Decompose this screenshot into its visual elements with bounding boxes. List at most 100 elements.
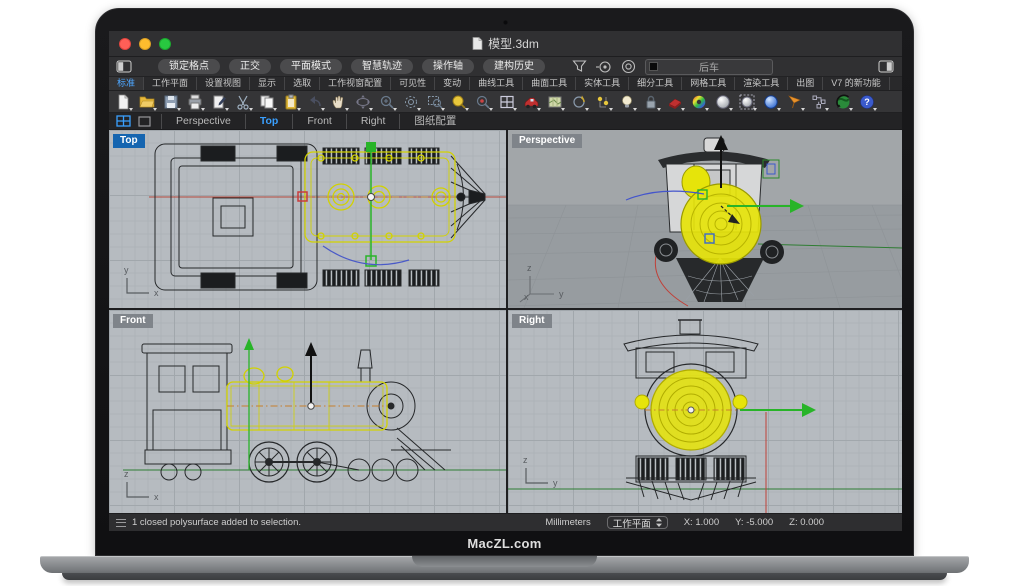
document-icon xyxy=(472,37,483,50)
status-right-cluster: Millimeters 工作平面 X: 1.000 Y: -5.000 Z: 0… xyxy=(545,516,824,529)
viewport-front[interactable]: z x Front xyxy=(109,310,506,513)
viewport-tab-top[interactable]: Top xyxy=(245,114,292,129)
tab-surface-tools[interactable]: 曲面工具 xyxy=(523,77,576,90)
plan-view-icon[interactable] xyxy=(546,93,564,111)
point-lights-icon[interactable] xyxy=(594,93,612,111)
paste-icon[interactable] xyxy=(282,93,300,111)
save-icon[interactable] xyxy=(162,93,180,111)
four-viewports-icon[interactable] xyxy=(116,115,131,127)
print-icon[interactable] xyxy=(186,93,204,111)
viewport-label-right[interactable]: Right xyxy=(512,314,552,328)
block-tree-icon[interactable] xyxy=(810,93,828,111)
copy-icon[interactable] xyxy=(258,93,276,111)
viewport-top[interactable]: y x Top xyxy=(109,130,506,308)
fullscreen-button[interactable] xyxy=(159,38,171,50)
planar-toggle[interactable]: 平面模式 xyxy=(280,59,342,74)
units-label[interactable]: Millimeters xyxy=(545,517,590,528)
viewport-tab-right[interactable]: Right xyxy=(346,114,400,129)
minimize-button[interactable] xyxy=(139,38,151,50)
zoom-window-icon[interactable] xyxy=(426,93,444,111)
tab-new-in-v7[interactable]: V7 的新功能 xyxy=(823,77,890,90)
command-history-icon[interactable] xyxy=(116,519,126,527)
rotate-view-icon[interactable] xyxy=(354,93,372,111)
filter-text-input[interactable] xyxy=(646,60,772,74)
cursor-target-icon[interactable] xyxy=(596,60,612,74)
rotate-cplane-icon[interactable] xyxy=(570,93,588,111)
smarttrack-toggle[interactable]: 智慧轨迹 xyxy=(351,59,413,74)
viewport-right[interactable]: z y Right xyxy=(508,310,902,513)
tab-subd-tools[interactable]: 细分工具 xyxy=(629,77,682,90)
gumball-toggle[interactable]: 操作轴 xyxy=(422,59,474,74)
layers-icon[interactable] xyxy=(666,93,684,111)
close-button[interactable] xyxy=(119,38,131,50)
tab-render-tools[interactable]: 渲染工具 xyxy=(735,77,788,90)
undo-icon[interactable] xyxy=(306,93,324,111)
viewport-tab-bar: Perspective Top Front Right 图纸配置 xyxy=(109,113,902,130)
tab-drafting[interactable]: 出图 xyxy=(788,77,823,90)
single-viewport-icon[interactable] xyxy=(138,116,151,127)
tab-set-view[interactable]: 设置视图 xyxy=(197,77,250,90)
lock-icon[interactable] xyxy=(642,93,660,111)
viewport-layout-icon[interactable] xyxy=(498,93,516,111)
viewport-tab-perspective[interactable]: Perspective xyxy=(161,114,245,129)
viewport-tab-layouts[interactable]: 图纸配置 xyxy=(399,114,470,129)
zoom-extents-icon[interactable] xyxy=(450,93,468,111)
flag-icon[interactable] xyxy=(786,93,804,111)
new-file-icon[interactable] xyxy=(114,93,132,111)
viewport-label-top[interactable]: Top xyxy=(113,134,145,148)
tab-viewport-layout[interactable]: 工作视窗配置 xyxy=(320,77,391,90)
zoom-selected-icon[interactable] xyxy=(474,93,492,111)
osd-toggle-row: 锁定格点 正交 平面模式 智慧轨迹 操作轴 建构历史 xyxy=(109,57,902,77)
svg-text:x: x xyxy=(154,288,159,298)
cplane-selector[interactable]: 工作平面 xyxy=(607,516,668,529)
help-icon[interactable]: ? xyxy=(858,93,876,111)
laptop-lid-notch xyxy=(412,556,597,567)
ortho-toggle[interactable]: 正交 xyxy=(229,59,271,74)
top-viewport-canvas[interactable]: y x xyxy=(109,130,506,308)
tab-curve-tools[interactable]: 曲线工具 xyxy=(470,77,523,90)
viewport-tab-front[interactable]: Front xyxy=(292,114,346,129)
tab-visibility[interactable]: 可见性 xyxy=(391,77,435,90)
display-mode-icon[interactable] xyxy=(522,93,540,111)
viewport-label-perspective[interactable]: Perspective xyxy=(512,134,582,148)
tab-standard[interactable]: 标准 xyxy=(109,77,144,90)
svg-text:?: ? xyxy=(864,97,870,107)
viewport-area: y x Top xyxy=(109,130,902,513)
coord-y: Y: -5.000 xyxy=(735,517,773,528)
right-viewport-canvas[interactable]: z y xyxy=(508,310,902,513)
earth-anchor-icon[interactable] xyxy=(834,93,852,111)
zoom-icon[interactable] xyxy=(378,93,396,111)
webcam-icon xyxy=(503,20,508,25)
grid-snap-toggle[interactable]: 锁定格点 xyxy=(158,59,220,74)
open-file-icon[interactable] xyxy=(138,93,156,111)
cplane-selector-value: 工作平面 xyxy=(613,516,651,530)
render-icon[interactable] xyxy=(714,93,732,111)
history-toggle[interactable]: 建构历史 xyxy=(483,59,545,74)
tab-select[interactable]: 选取 xyxy=(285,77,320,90)
color-wheel-icon[interactable] xyxy=(690,93,708,111)
tab-transform[interactable]: 变动 xyxy=(435,77,470,90)
viewport-perspective[interactable]: z y x Perspective xyxy=(508,130,902,308)
material-sphere-icon[interactable] xyxy=(762,93,780,111)
front-viewport-canvas[interactable]: z x xyxy=(109,310,506,513)
status-message: 1 closed polysurface added to selection. xyxy=(132,517,301,528)
record-target-icon[interactable] xyxy=(621,59,636,74)
zoom-dynamic-icon[interactable] xyxy=(402,93,420,111)
filter-funnel-icon[interactable] xyxy=(572,59,587,74)
tab-display[interactable]: 显示 xyxy=(250,77,285,90)
cut-icon[interactable] xyxy=(234,93,252,111)
render-preview-icon[interactable] xyxy=(738,93,756,111)
pan-icon[interactable] xyxy=(330,93,348,111)
tab-cplanes[interactable]: 工作平面 xyxy=(144,77,197,90)
light-icon[interactable] xyxy=(618,93,636,111)
selection-filter-field[interactable] xyxy=(645,59,773,75)
tab-solid-tools[interactable]: 实体工具 xyxy=(576,77,629,90)
viewport-label-front[interactable]: Front xyxy=(113,314,153,328)
annotate-edit-icon[interactable] xyxy=(210,93,228,111)
perspective-viewport-canvas[interactable]: z y x xyxy=(508,130,902,308)
panel-toggle-icon[interactable] xyxy=(878,60,894,73)
tab-mesh-tools[interactable]: 网格工具 xyxy=(682,77,735,90)
rhino-app-window: 模型.3dm 锁定格点 正交 平面模式 智慧轨迹 操作轴 建构历史 xyxy=(109,31,902,531)
sidebar-toggle-icon[interactable] xyxy=(116,60,132,73)
laptop-base-bottom xyxy=(62,573,947,580)
